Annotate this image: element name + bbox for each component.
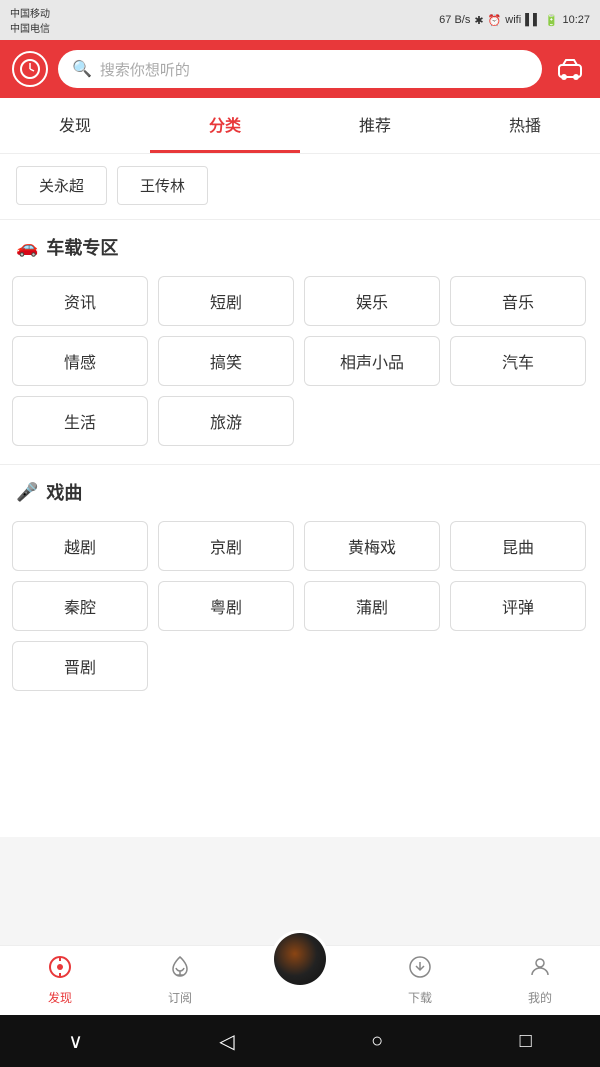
now-playing-avatar[interactable]: [271, 930, 329, 988]
android-home-circle[interactable]: ○: [351, 1022, 403, 1061]
android-recent-btn[interactable]: □: [500, 1022, 552, 1061]
car-section-header: 🚗 车载专区: [0, 219, 600, 268]
discover-icon: [48, 955, 72, 985]
chip-shenghuo[interactable]: 生活: [12, 396, 148, 446]
chip-puju[interactable]: 蒲剧: [304, 581, 440, 631]
alarm-icon: ⏰: [488, 14, 502, 27]
time-display: 10:27: [562, 14, 590, 26]
car-mode-button[interactable]: [552, 51, 588, 87]
tab-recommend[interactable]: 推荐: [300, 98, 450, 153]
nav-tabs: 发现 分类 推荐 热播: [0, 98, 600, 154]
wifi-icon: wifi: [505, 14, 521, 26]
avatar-image: [274, 933, 326, 985]
nav-subscribe-label: 订阅: [168, 989, 192, 1006]
car-section: 🚗 车载专区 资讯 短剧 娱乐 音乐 情感 搞笑 相声小品 汽车 生活 旅游: [0, 219, 600, 462]
opera-section-icon: 🎤: [16, 482, 38, 503]
status-right: 67 B/s ✱ ⏰ wifi ▌▌ 🔋 10:27: [439, 14, 590, 27]
car-section-title: 车载专区: [46, 234, 118, 260]
nav-discover-label: 发现: [48, 989, 72, 1006]
chip-lvyou[interactable]: 旅游: [158, 396, 294, 446]
android-home-btn[interactable]: ◁: [199, 1021, 254, 1062]
chip-jinju[interactable]: 晋剧: [12, 641, 148, 691]
chip-gaoxiao[interactable]: 搞笑: [158, 336, 294, 386]
artist-chip-0[interactable]: 关永超: [16, 166, 107, 205]
opera-section-title: 戏曲: [46, 479, 82, 505]
nav-mine[interactable]: 我的: [480, 946, 600, 1015]
nav-mine-label: 我的: [528, 989, 552, 1006]
nav-subscribe[interactable]: 订阅: [120, 946, 240, 1015]
chip-jingju[interactable]: 京剧: [158, 521, 294, 571]
bluetooth-icon: ✱: [474, 14, 483, 27]
mine-icon: [528, 955, 552, 985]
chip-huangmeixi[interactable]: 黄梅戏: [304, 521, 440, 571]
nav-download[interactable]: 下载: [360, 946, 480, 1015]
chip-qinggan[interactable]: 情感: [12, 336, 148, 386]
speed-indicator: 67 B/s: [439, 14, 470, 26]
chip-yueju2[interactable]: 粤剧: [158, 581, 294, 631]
battery-icon: 🔋: [545, 14, 559, 27]
search-icon: 🔍: [72, 59, 92, 79]
signal-icon: ▌▌: [525, 14, 541, 26]
opera-section-header: 🎤 戏曲: [0, 464, 600, 513]
bottom-nav: 发现 订阅 下载: [0, 945, 600, 1015]
car-section-icon: 🚗: [16, 237, 38, 258]
content-area: 关永超 王传林 🚗 车载专区 资讯 短剧 娱乐 音乐 情感 搞笑 相声小品 汽车…: [0, 154, 600, 837]
nav-download-label: 下载: [408, 989, 432, 1006]
nav-center[interactable]: [240, 946, 360, 1015]
chip-yueju[interactable]: 越剧: [12, 521, 148, 571]
search-bar[interactable]: 🔍 搜索你想听的: [58, 50, 542, 88]
car-chips-grid: 资讯 短剧 娱乐 音乐 情感 搞笑 相声小品 汽车 生活 旅游: [0, 268, 600, 462]
chip-yule[interactable]: 娱乐: [304, 276, 440, 326]
chip-xiangsheng[interactable]: 相声小品: [304, 336, 440, 386]
opera-chips-grid: 越剧 京剧 黄梅戏 昆曲 秦腔 粤剧 蒲剧 评弹 晋剧: [0, 513, 600, 707]
nav-discover[interactable]: 发现: [0, 946, 120, 1015]
subscribe-icon: [168, 955, 192, 985]
chip-kunqu[interactable]: 昆曲: [450, 521, 586, 571]
artist-chip-1[interactable]: 王传林: [117, 166, 208, 205]
chip-duanju[interactable]: 短剧: [158, 276, 294, 326]
chip-qiche[interactable]: 汽车: [450, 336, 586, 386]
chip-xinxi[interactable]: 资讯: [12, 276, 148, 326]
status-bar: 中国移动 中国电信 67 B/s ✱ ⏰ wifi ▌▌ 🔋 10:27: [0, 0, 600, 40]
android-nav-bar: ∨ ◁ ○ □: [0, 1015, 600, 1067]
tab-category[interactable]: 分类: [150, 98, 300, 153]
clock-button[interactable]: [12, 51, 48, 87]
opera-section: 🎤 戏曲 越剧 京剧 黄梅戏 昆曲 秦腔 粤剧 蒲剧 评弹 晋剧: [0, 464, 600, 707]
tab-discover[interactable]: 发现: [0, 98, 150, 153]
chip-yinyue[interactable]: 音乐: [450, 276, 586, 326]
android-back-btn[interactable]: ∨: [48, 1021, 103, 1062]
chip-pingtan[interactable]: 评弹: [450, 581, 586, 631]
carrier-info: 中国移动 中国电信: [10, 5, 50, 35]
chip-qinqiang[interactable]: 秦腔: [12, 581, 148, 631]
search-placeholder: 搜索你想听的: [100, 59, 190, 80]
tab-hot[interactable]: 热播: [450, 98, 600, 153]
download-icon: [408, 955, 432, 985]
artists-row: 关永超 王传林: [0, 154, 600, 217]
header: 🔍 搜索你想听的: [0, 40, 600, 98]
